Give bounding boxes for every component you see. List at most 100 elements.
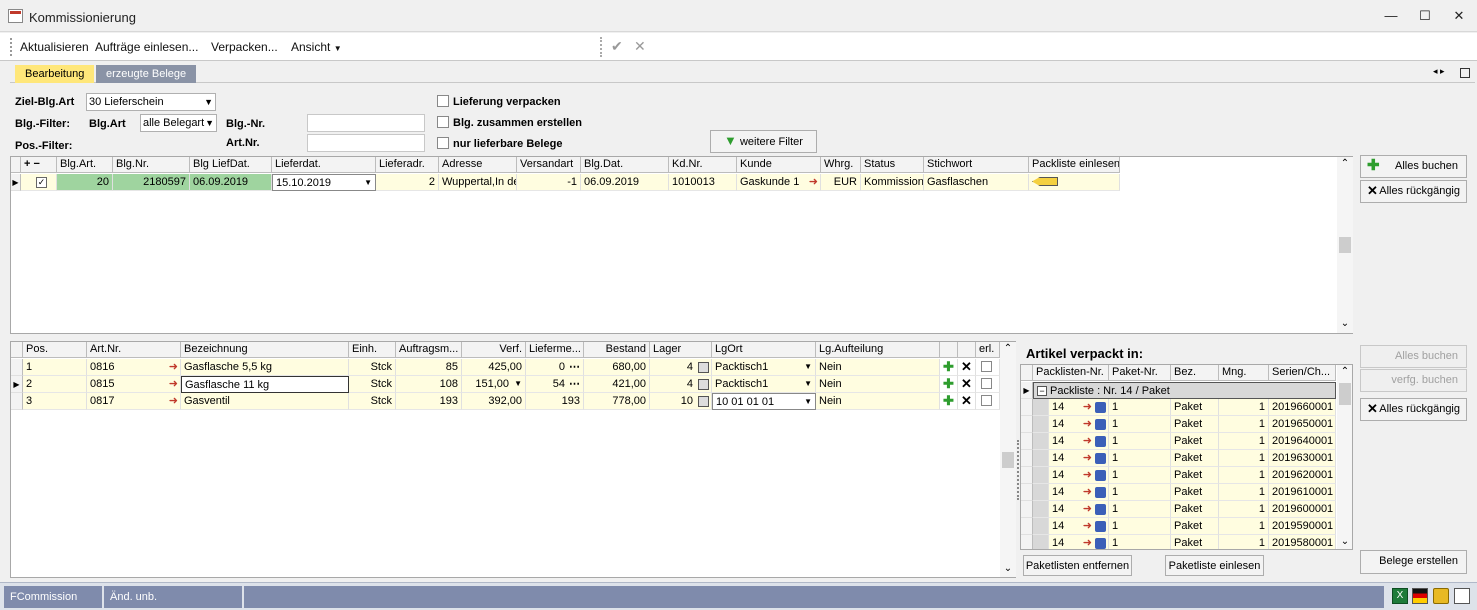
- table-cell-mng[interactable]: 1: [1219, 467, 1269, 484]
- excel-icon[interactable]: X: [1392, 588, 1408, 604]
- table-cell-artnr[interactable]: 0816 ➜: [87, 359, 181, 376]
- table-cell-whrg[interactable]: EUR: [821, 174, 861, 191]
- table-cell-mng[interactable]: 1: [1219, 501, 1269, 518]
- table-cell-lgort[interactable]: Packtisch1 ▼: [712, 376, 816, 393]
- header-blgliefdat[interactable]: Blg LiefDat.: [190, 157, 272, 173]
- lookup-arrow-icon[interactable]: ➜: [1083, 450, 1092, 466]
- package-icon[interactable]: [1095, 521, 1106, 532]
- package-icon[interactable]: [1095, 402, 1106, 413]
- table-cell-auftragsmenge[interactable]: 108: [396, 376, 462, 393]
- header-paket-nr[interactable]: Paket-Nr.: [1109, 365, 1171, 381]
- package-icon[interactable]: [1095, 436, 1106, 447]
- header-lieferdat[interactable]: Lieferdat.: [272, 157, 376, 173]
- packliste-group-row[interactable]: − Packliste : Nr. 14 / Paket: [1033, 382, 1336, 399]
- check-icon[interactable]: ✔: [611, 38, 623, 55]
- header-stichwort[interactable]: Stichwort: [924, 157, 1029, 173]
- pencil-icon[interactable]: [1032, 177, 1058, 186]
- lookup-arrow-icon[interactable]: ➜: [1083, 467, 1092, 483]
- table-cell-blgart[interactable]: 20: [57, 174, 113, 191]
- top-grid-scrollbar[interactable]: ⌃ ⌄: [1337, 157, 1353, 333]
- table-cell-packlisten-nr[interactable]: 14 ➜: [1049, 518, 1109, 535]
- table-cell-auftragsmenge[interactable]: 193: [396, 393, 462, 410]
- header-bezeichnung[interactable]: Bezeichnung: [181, 342, 349, 358]
- table-cell-stichwort[interactable]: Gasflaschen: [924, 174, 1029, 191]
- paketlisten-entfernen-button[interactable]: Paketlisten entfernen: [1023, 555, 1132, 576]
- table-cell-packlisten-nr[interactable]: 14 ➜: [1049, 399, 1109, 416]
- table-cell-serien[interactable]: 2019610001: [1269, 484, 1336, 501]
- package-icon[interactable]: [1095, 470, 1106, 481]
- lookup-arrow-icon[interactable]: ➜: [169, 376, 178, 392]
- table-cell-verf[interactable]: 151,00 ▼: [462, 376, 526, 393]
- table-cell-lg-aufteilung[interactable]: Nein: [816, 376, 940, 393]
- add-row-button[interactable]: ✚: [940, 393, 958, 410]
- table-cell-lgort[interactable]: 10 01 01 01 ▼: [712, 393, 816, 410]
- header-pos[interactable]: Pos.: [23, 342, 87, 358]
- header-mng[interactable]: Mng.: [1219, 365, 1269, 381]
- header-packliste-einlesen[interactable]: Packliste einlesen: [1029, 157, 1120, 173]
- minimize-button[interactable]: —: [1380, 6, 1402, 26]
- table-cell-packlisten-nr[interactable]: 14 ➜: [1049, 433, 1109, 450]
- table-cell-einh[interactable]: Stck: [349, 359, 396, 376]
- cancel-icon[interactable]: ✕: [634, 38, 646, 55]
- table-cell-liefermenge[interactable]: 0 ⋯: [526, 359, 584, 376]
- table-cell-liefermenge[interactable]: 193: [526, 393, 584, 410]
- table-cell-serien[interactable]: 2019590001: [1269, 518, 1336, 535]
- header-kdnr[interactable]: Kd.Nr.: [669, 157, 737, 173]
- menu-verpacken[interactable]: Verpacken...: [211, 40, 278, 54]
- delete-row-button[interactable]: ✕: [958, 359, 976, 376]
- table-cell-paket-nr[interactable]: 1: [1109, 399, 1171, 416]
- table-cell-bez[interactable]: Paket: [1171, 467, 1219, 484]
- erl-checkbox[interactable]: [976, 393, 1000, 410]
- table-cell-paket-nr[interactable]: 1: [1109, 518, 1171, 535]
- table-cell-bestand[interactable]: 680,00: [584, 359, 650, 376]
- package-icon[interactable]: [1095, 487, 1106, 498]
- table-cell-lgort[interactable]: Packtisch1 ▼: [712, 359, 816, 376]
- table-cell-lieferadr[interactable]: 2: [376, 174, 439, 191]
- header-einh[interactable]: Einh.: [349, 342, 396, 358]
- lieferdat-date-picker[interactable]: 15.10.2019 ▼: [272, 174, 376, 191]
- packed-grid-scrollbar[interactable]: ⌃ ⌄: [1337, 365, 1352, 549]
- table-cell-mng[interactable]: 1: [1219, 433, 1269, 450]
- alles-rueckgaengig-button[interactable]: ✕ Alles rückgängig: [1360, 180, 1467, 203]
- german-flag-icon[interactable]: [1412, 588, 1428, 604]
- table-cell-paket-nr[interactable]: 1: [1109, 484, 1171, 501]
- lookup-arrow-icon[interactable]: ➜: [1083, 433, 1092, 449]
- table-cell-bez[interactable]: Paket: [1171, 518, 1219, 535]
- ellipsis-icon[interactable]: ⋯: [569, 359, 580, 375]
- table-cell-lg-aufteilung[interactable]: Nein: [816, 393, 940, 410]
- table-cell-paket-nr[interactable]: 1: [1109, 535, 1171, 549]
- table-cell-serien[interactable]: 2019600001: [1269, 501, 1336, 518]
- table-cell-einh[interactable]: Stck: [349, 376, 396, 393]
- lookup-arrow-icon[interactable]: ➜: [169, 393, 178, 409]
- header-adresse[interactable]: Adresse: [439, 157, 517, 173]
- lookup-arrow-icon[interactable]: ➜: [1083, 501, 1092, 517]
- header-bez[interactable]: Bez.: [1171, 365, 1219, 381]
- package-icon[interactable]: [1095, 453, 1106, 464]
- table-cell-bez[interactable]: Paket: [1171, 416, 1219, 433]
- menu-ansicht[interactable]: Ansicht ▼: [291, 40, 342, 54]
- table-cell-mng[interactable]: 1: [1219, 484, 1269, 501]
- table-cell-verf[interactable]: 392,00: [462, 393, 526, 410]
- delete-row-button[interactable]: ✕: [958, 393, 976, 410]
- lock-icon[interactable]: [1433, 588, 1449, 604]
- table-cell-bez[interactable]: Paket: [1171, 433, 1219, 450]
- header-lieferadr[interactable]: Lieferadr.: [376, 157, 439, 173]
- table-cell-serien[interactable]: 2019660001: [1269, 399, 1336, 416]
- alles-buchen-button-disabled[interactable]: Alles buchen: [1360, 345, 1467, 368]
- table-cell-packlisten-nr[interactable]: 14 ➜: [1049, 484, 1109, 501]
- chevron-down-icon[interactable]: ▼: [514, 376, 522, 392]
- table-cell-serien[interactable]: 2019650001: [1269, 416, 1336, 433]
- table-cell-serien[interactable]: 2019630001: [1269, 450, 1336, 467]
- header-lager[interactable]: Lager: [650, 342, 712, 358]
- header-liefermenge[interactable]: Lieferme...: [526, 342, 584, 358]
- package-icon[interactable]: [1095, 504, 1106, 515]
- maximize-button[interactable]: ☐: [1414, 6, 1436, 26]
- alles-buchen-button[interactable]: ✚ Alles buchen: [1360, 155, 1467, 178]
- table-cell-bez[interactable]: Paket: [1171, 450, 1219, 467]
- table-cell-bestand[interactable]: 778,00: [584, 393, 650, 410]
- table-cell-mng[interactable]: 1: [1219, 399, 1269, 416]
- pos-grid-scrollbar[interactable]: ⌃ ⌄: [1000, 342, 1016, 577]
- lookup-arrow-icon[interactable]: ➜: [1083, 535, 1092, 549]
- table-cell-serien[interactable]: 2019640001: [1269, 433, 1336, 450]
- scroll-thumb[interactable]: [1002, 452, 1014, 468]
